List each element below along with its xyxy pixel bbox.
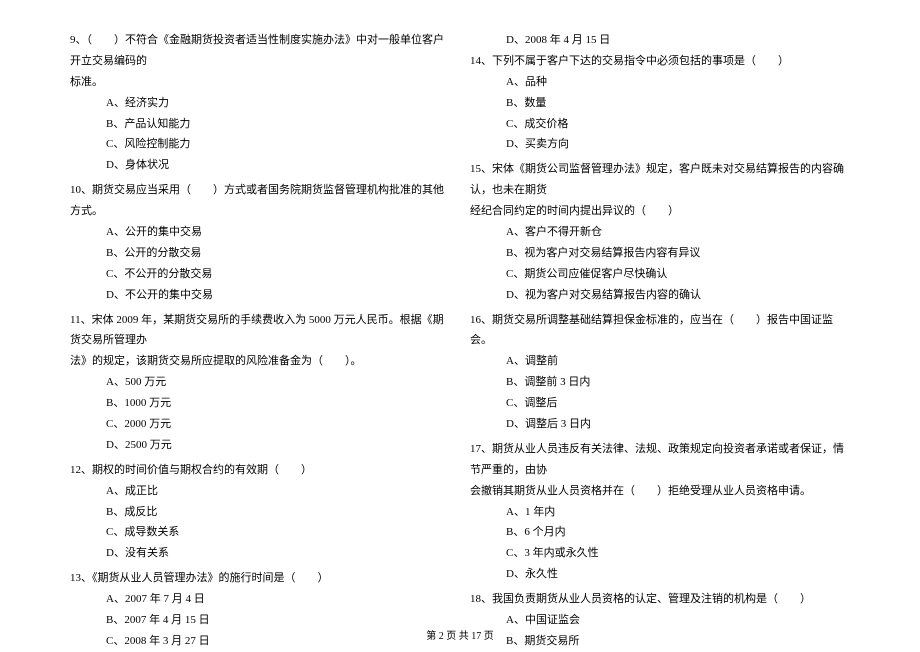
question-16-text: 16、期货交易所调整基础结算担保金标准的，应当在（ ）报告中国证监会。 [470,310,850,352]
question-14-text: 14、下列不属于客户下达的交易指令中必须包括的事项是（ ） [470,51,850,72]
question-15-opt-d: D、视为客户对交易结算报告内容的确认 [470,285,850,306]
question-9-text: 9、（ ）不符合《金融期货投资者适当性制度实施办法》中对一般单位客户开立交易编码… [70,30,450,72]
question-17-text: 17、期货从业人员违反有关法律、法规、政策规定向投资者承诺或者保证，情节严重的，… [470,439,850,481]
question-16-opt-a: A、调整前 [470,351,850,372]
question-10-opt-a: A、公开的集中交易 [70,222,450,243]
question-12: 12、期权的时间价值与期权合约的有效期（ ） A、成正比 B、成反比 C、成导数… [70,460,450,564]
question-12-opt-a: A、成正比 [70,481,450,502]
right-column: D、2008 年 4 月 15 日 14、下列不属于客户下达的交易指令中必须包括… [460,30,860,600]
question-14-opt-d: D、买卖方向 [470,134,850,155]
question-16-opt-d: D、调整后 3 日内 [470,414,850,435]
question-13-opt-d: D、2008 年 4 月 15 日 [470,30,850,51]
question-17-opt-d: D、永久性 [470,564,850,585]
question-17-opt-c: C、3 年内或永久性 [470,543,850,564]
page-content: 9、（ ）不符合《金融期货投资者适当性制度实施办法》中对一般单位客户开立交易编码… [0,0,920,620]
question-10: 10、期货交易应当采用（ ）方式或者国务院期货监督管理机构批准的其他方式。 A、… [70,180,450,305]
question-12-opt-d: D、没有关系 [70,543,450,564]
question-11-opt-b: B、1000 万元 [70,393,450,414]
question-15-opt-c: C、期货公司应催促客户尽快确认 [470,264,850,285]
question-14-opt-c: C、成交价格 [470,114,850,135]
question-11-opt-d: D、2500 万元 [70,435,450,456]
question-16-opt-c: C、调整后 [470,393,850,414]
left-column: 9、（ ）不符合《金融期货投资者适当性制度实施办法》中对一般单位客户开立交易编码… [60,30,460,600]
question-9-opt-b: B、产品认知能力 [70,114,450,135]
question-17-opt-b: B、6 个月内 [470,522,850,543]
question-10-opt-b: B、公开的分散交易 [70,243,450,264]
question-9-opt-c: C、风险控制能力 [70,134,450,155]
question-18: 18、我国负责期货从业人员资格的认定、管理及注销的机构是（ ） A、中国证监会 … [470,589,850,652]
question-10-opt-d: D、不公开的集中交易 [70,285,450,306]
question-13-text: 13、《期货从业人员管理办法》的施行时间是（ ） [70,568,450,589]
question-15-opt-b: B、视为客户对交易结算报告内容有异议 [470,243,850,264]
question-12-text: 12、期权的时间价值与期权合约的有效期（ ） [70,460,450,481]
question-12-opt-b: B、成反比 [70,502,450,523]
question-9-opt-d: D、身体状况 [70,155,450,176]
question-13-opt-a: A、2007 年 7 月 4 日 [70,589,450,610]
question-15-opt-a: A、客户不得开新仓 [470,222,850,243]
question-15: 15、宋体《期货公司监督管理办法》规定，客户既未对交易结算报告的内容确认，也未在… [470,159,850,305]
question-9-cont: 标准。 [70,72,450,93]
question-17-opt-a: A、1 年内 [470,502,850,523]
question-17: 17、期货从业人员违反有关法律、法规、政策规定向投资者承诺或者保证，情节严重的，… [470,439,850,585]
question-11-opt-c: C、2000 万元 [70,414,450,435]
question-15-text: 15、宋体《期货公司监督管理办法》规定，客户既未对交易结算报告的内容确认，也未在… [470,159,850,201]
question-15-cont: 经纪合同约定的时间内提出异议的（ ） [470,201,850,222]
question-14-opt-b: B、数量 [470,93,850,114]
question-17-cont: 会撤销其期货从业人员资格并在（ ）拒绝受理从业人员资格申请。 [470,481,850,502]
question-12-opt-c: C、成导数关系 [70,522,450,543]
question-11: 11、宋体 2009 年，某期货交易所的手续费收入为 5000 万元人民币。根据… [70,310,450,456]
question-11-opt-a: A、500 万元 [70,372,450,393]
question-10-text: 10、期货交易应当采用（ ）方式或者国务院期货监督管理机构批准的其他方式。 [70,180,450,222]
question-9: 9、（ ）不符合《金融期货投资者适当性制度实施办法》中对一般单位客户开立交易编码… [70,30,450,176]
question-16: 16、期货交易所调整基础结算担保金标准的，应当在（ ）报告中国证监会。 A、调整… [470,310,850,435]
question-10-opt-c: C、不公开的分散交易 [70,264,450,285]
question-18-text: 18、我国负责期货从业人员资格的认定、管理及注销的机构是（ ） [470,589,850,610]
question-16-opt-b: B、调整前 3 日内 [470,372,850,393]
question-11-text: 11、宋体 2009 年，某期货交易所的手续费收入为 5000 万元人民币。根据… [70,310,450,352]
question-9-opt-a: A、经济实力 [70,93,450,114]
question-14: 14、下列不属于客户下达的交易指令中必须包括的事项是（ ） A、品种 B、数量 … [470,51,850,155]
question-11-cont: 法》的规定，该期货交易所应提取的风险准备金为（ ）。 [70,351,450,372]
question-14-opt-a: A、品种 [470,72,850,93]
page-footer: 第 2 页 共 17 页 [0,627,920,642]
